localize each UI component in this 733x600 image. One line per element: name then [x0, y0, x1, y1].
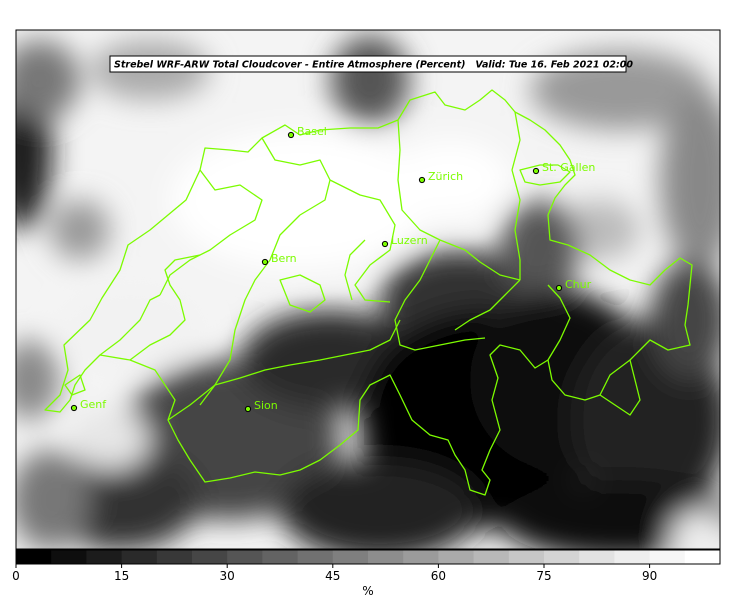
colorbar-bin [51, 550, 87, 564]
colorbar-bin [614, 550, 651, 564]
colorbar-bin [649, 550, 686, 564]
colorbar-tick-label: 75 [536, 569, 551, 583]
colorbar-bin [579, 550, 615, 564]
colorbar-tick-label: 60 [431, 569, 446, 583]
colorbar-bin [332, 550, 369, 564]
colorbar-bin [86, 550, 123, 564]
city-marker-zrich [418, 176, 426, 184]
map-figure: Basel Zürich St. Gallen Luzern Bern Chur Genf S… [12, 29, 721, 598]
colorbar-tick-label: 30 [220, 569, 235, 583]
colorbar-tick-label: 0 [12, 569, 20, 583]
colorbar-bin [473, 550, 510, 564]
city-marker-basel [287, 131, 295, 139]
colorbar-bin [121, 550, 158, 564]
city-label-zrich: Zürich [428, 170, 463, 183]
colorbar-unit: % [362, 584, 373, 598]
colorbar: 0 15 30 45 60 75 90 [12, 549, 721, 583]
colorbar-tick-label: 15 [114, 569, 129, 583]
colorbar-bin [262, 550, 299, 564]
colorbar-bin [508, 550, 545, 564]
colorbar-bin [297, 550, 334, 564]
colorbar-tick-label: 90 [642, 569, 657, 583]
city-marker-stgallen [532, 167, 540, 175]
city-marker-chur [555, 284, 563, 292]
map-title: Strebel WRF-ARW Total Cloudcover - Entir… [114, 60, 633, 71]
colorbar-bin [156, 550, 193, 564]
colorbar-bin [438, 550, 475, 564]
title-box: Strebel WRF-ARW Total Cloudcover - Entir… [109, 55, 633, 73]
city-marker-luzern [381, 240, 389, 248]
city-label-luzern: Luzern [391, 234, 428, 247]
colorbar-bin [544, 550, 580, 564]
colorbar-bin [192, 550, 228, 564]
city-label-chur: Chur [565, 278, 592, 291]
colorbar-bin [403, 550, 439, 564]
city-marker-genf [70, 404, 78, 412]
city-label-stgallen: St. Gallen [542, 161, 595, 174]
colorbar-bin [16, 550, 52, 564]
colorbar-bin [227, 550, 263, 564]
colorbar-bin [368, 550, 404, 564]
city-label-bern: Bern [271, 252, 297, 265]
city-label-genf: Genf [80, 398, 107, 411]
city-marker-bern [261, 258, 269, 266]
colorbar-tick-label: 45 [325, 569, 340, 583]
city-marker-sion [244, 405, 252, 413]
colorbar-bin [684, 550, 721, 564]
city-label-sion: Sion [254, 399, 278, 412]
city-label-basel: Basel [297, 125, 327, 138]
